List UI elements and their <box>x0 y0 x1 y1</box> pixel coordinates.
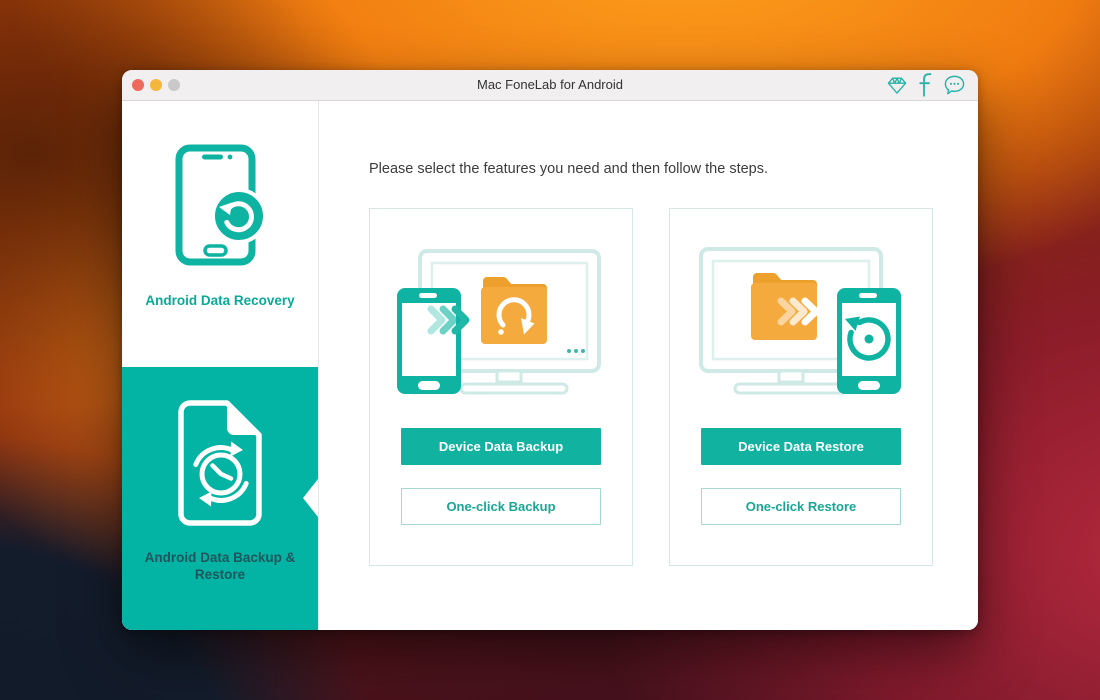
sidebar: Android Data Recovery Android Data Backu… <box>122 101 318 630</box>
one-click-backup-button[interactable]: One-click Backup <box>401 488 601 525</box>
app-window: Mac FoneLab for Android <box>122 70 978 630</box>
desktop-wallpaper: { "window": { "title": "Mac FoneLab for … <box>0 0 1100 700</box>
device-data-backup-button[interactable]: Device Data Backup <box>401 428 601 465</box>
titlebar: Mac FoneLab for Android <box>122 70 978 101</box>
sidebar-item-label: Android Data Recovery <box>132 293 308 310</box>
close-button[interactable] <box>132 79 144 91</box>
phone-to-computer-backup-illustration <box>385 237 617 413</box>
facebook-icon[interactable] <box>919 73 932 97</box>
computer-to-phone-restore-illustration <box>685 237 917 413</box>
feedback-chat-icon[interactable] <box>943 74 966 96</box>
instruction-text: Please select the features you need and … <box>369 161 768 177</box>
one-click-restore-button[interactable]: One-click Restore <box>701 488 901 525</box>
sidebar-item-label: Android Data Backup & Restore <box>132 550 308 584</box>
restore-card: Device Data Restore One-click Restore <box>669 208 933 566</box>
titlebar-actions <box>886 70 966 100</box>
selected-item-notch <box>303 479 318 517</box>
sidebar-item-android-data-backup-restore[interactable]: Android Data Backup & Restore <box>122 367 318 630</box>
phone-recovery-icon <box>175 144 267 266</box>
file-clock-backup-icon <box>171 398 271 530</box>
sidebar-item-android-data-recovery[interactable]: Android Data Recovery <box>122 101 318 367</box>
backup-card: Device Data Backup One-click Backup <box>369 208 633 566</box>
window-title: Mac FoneLab for Android <box>122 70 978 100</box>
device-data-restore-button[interactable]: Device Data Restore <box>701 428 901 465</box>
gem-icon[interactable] <box>886 75 908 96</box>
main-content: Please select the features you need and … <box>318 101 978 630</box>
zoom-button[interactable] <box>168 79 180 91</box>
minimize-button[interactable] <box>150 79 162 91</box>
